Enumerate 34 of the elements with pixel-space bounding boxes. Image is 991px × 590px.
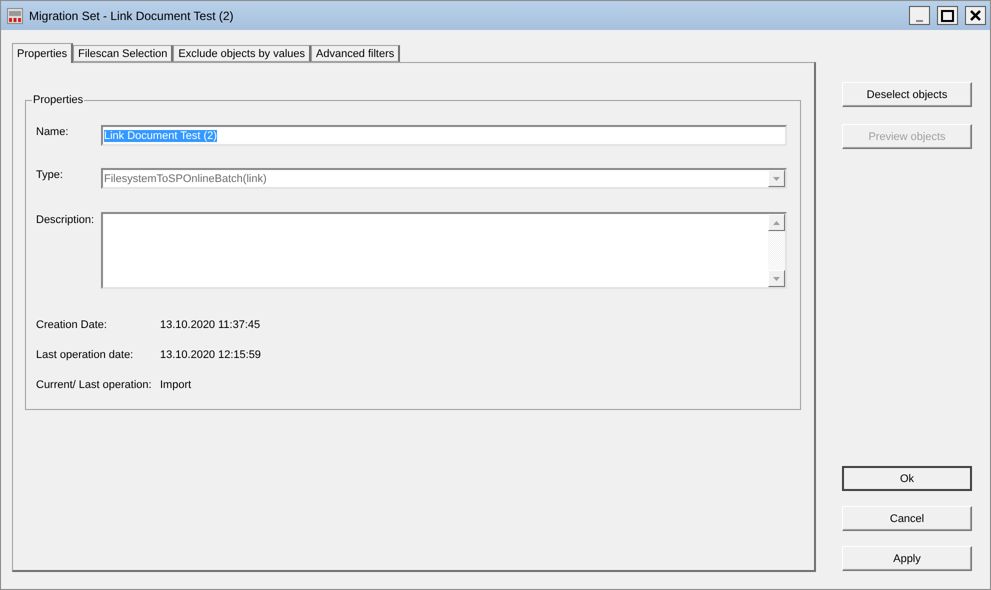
tab[interactable]: Properties: [12, 43, 74, 63]
field-label: Type:: [36, 168, 64, 181]
maximize-button[interactable]: [937, 6, 958, 25]
close-icon: [970, 10, 981, 21]
field-value: FilesystemToSPOnlineBatch(link): [104, 172, 267, 184]
field-label: Name:: [36, 125, 70, 138]
dialog-button[interactable]: Apply: [842, 546, 972, 571]
tab[interactable]: Advanced filters: [311, 45, 400, 62]
minimize-icon: [916, 20, 923, 22]
info-value: Import: [160, 379, 192, 391]
dropdown-arrow-icon: [773, 176, 780, 180]
info-label: Creation Date:: [36, 319, 108, 331]
scrollbar[interactable]: [768, 214, 785, 287]
info-value: 13.10.2020 11:37:45: [160, 319, 262, 331]
dialog-button[interactable]: Cancel: [842, 506, 972, 531]
field-value: Link Document Test (2): [104, 130, 217, 142]
info-value: 13.10.2020 12:15:59: [160, 349, 262, 361]
close-button[interactable]: [965, 6, 986, 25]
side-button[interactable]: Deselect objects: [842, 82, 972, 107]
info-label: Last operation date:: [36, 349, 134, 361]
dialog-button[interactable]: Ok: [842, 466, 972, 491]
group-title: Properties: [32, 94, 84, 106]
app-logo-icon: [7, 8, 23, 24]
tab[interactable]: Exclude objects by values: [173, 45, 311, 62]
info-label: Current/ Last operation:: [36, 379, 153, 391]
scroll-up-icon: [773, 220, 780, 224]
description-field[interactable]: [101, 212, 787, 289]
window-title: Migration Set - Link Document Test (2): [29, 8, 235, 22]
maximize-icon: [941, 10, 954, 22]
dropdown-button[interactable]: [768, 170, 785, 187]
field-label: Description:: [36, 213, 96, 226]
tab[interactable]: Filescan Selection: [73, 45, 174, 62]
minimize-button[interactable]: [909, 6, 930, 25]
dropdown-arrow-icon: [773, 276, 780, 280]
